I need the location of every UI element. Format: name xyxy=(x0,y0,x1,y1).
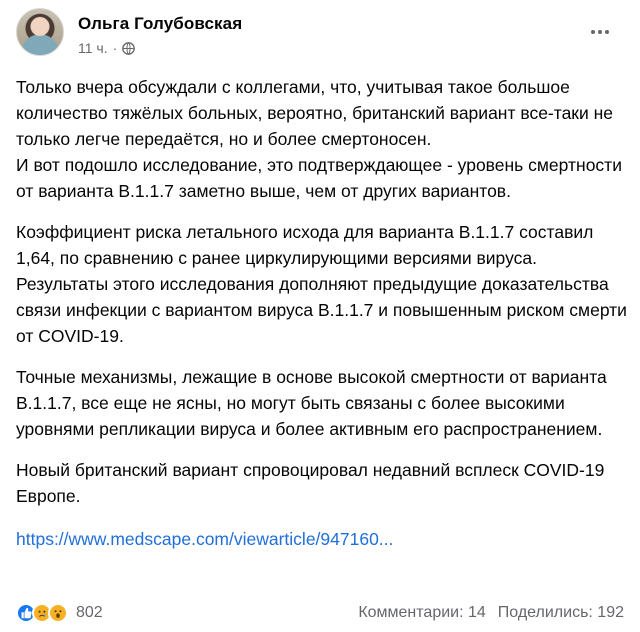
comments-count[interactable]: Комментарии: 14 xyxy=(358,604,485,622)
globe-icon[interactable] xyxy=(122,41,136,55)
more-dot-icon xyxy=(591,30,595,34)
author-name[interactable]: Ольга Голубовская xyxy=(78,14,242,34)
shares-count[interactable]: Поделились: 192 xyxy=(498,604,624,622)
post-time[interactable]: 11 ч. xyxy=(78,40,108,56)
post-paragraph: Только вчера обсуждали с коллегами, что,… xyxy=(16,77,622,201)
article-link[interactable]: https://www.medscape.com/viewarticle/947… xyxy=(16,526,393,552)
reaction-count[interactable]: 802 xyxy=(76,604,103,622)
post-paragraph: Точные механизмы, лежащие в основе высок… xyxy=(16,367,607,439)
reactions-summary[interactable]: 802 xyxy=(16,603,103,623)
post-stats: Комментарии: 14 Поделились: 192 xyxy=(358,604,624,622)
post-meta: 11 ч. · xyxy=(78,40,136,56)
more-dot-icon xyxy=(605,30,609,34)
author-avatar[interactable] xyxy=(16,8,64,56)
more-options-button[interactable] xyxy=(584,16,616,48)
meta-separator: · xyxy=(112,40,118,56)
post-header: Ольга Голубовская 11 ч. · xyxy=(16,8,624,64)
wow-icon xyxy=(48,603,68,623)
more-dot-icon xyxy=(598,30,602,34)
post-paragraph: Новый британский вариант спровоцировал н… xyxy=(16,460,605,506)
post-body: Только вчера обсуждали с коллегами, что,… xyxy=(16,74,628,552)
post-footer: 802 Комментарии: 14 Поделились: 192 xyxy=(16,600,624,626)
facebook-post: Ольга Голубовская 11 ч. · Только вчера о… xyxy=(0,0,640,632)
post-paragraph: Коэффициент риска летального исхода для … xyxy=(16,222,627,346)
